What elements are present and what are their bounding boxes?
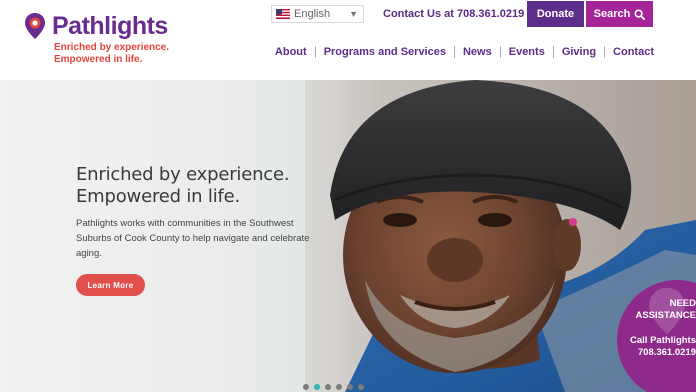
need-assistance-title: NEED ASSISTANCE [617, 298, 696, 322]
hero-heading-line: Empowered in life. [76, 186, 241, 207]
location-pin-icon [25, 13, 45, 39]
search-icon [634, 8, 646, 20]
nav-item-about[interactable]: About [267, 46, 315, 58]
slider-dot[interactable] [347, 384, 353, 390]
contact-phone-link[interactable]: Contact Us at 708.361.0219 [383, 8, 524, 20]
logo-tagline: Empowered in life. [54, 54, 143, 65]
main-nav: About Programs and Services News Events … [267, 46, 654, 58]
hero-heading-line: Enriched by experience. [76, 164, 290, 185]
slider-dot[interactable] [325, 384, 331, 390]
nav-item-news[interactable]: News [455, 46, 500, 58]
us-flag-icon [276, 9, 290, 19]
chevron-down-icon: ▼ [349, 9, 358, 19]
need-assistance-line: NEED [669, 298, 696, 309]
nav-item-contact[interactable]: Contact [605, 46, 654, 58]
search-button[interactable]: Search [586, 1, 653, 27]
logo-tagline: Enriched by experience. [54, 42, 170, 53]
slider-dot[interactable] [358, 384, 364, 390]
slider-dot[interactable] [303, 384, 309, 390]
nav-item-giving[interactable]: Giving [554, 46, 604, 58]
learn-more-button[interactable]: Learn More [76, 274, 145, 296]
hero-slider: Enriched by experience. Empowered in lif… [0, 80, 696, 392]
logo-name: Pathlights [52, 12, 168, 40]
search-button-label: Search [593, 8, 631, 20]
pathlights-logo[interactable]: Pathlights Enriched by experience. Empow… [24, 12, 174, 68]
nav-item-programs[interactable]: Programs and Services [316, 46, 454, 58]
need-assistance-line: ASSISTANCE [635, 310, 696, 321]
slider-dot-active[interactable] [314, 384, 320, 390]
hero-heading: Enriched by experience. Empowered in lif… [76, 164, 290, 208]
site-header: Pathlights Enriched by experience. Empow… [0, 0, 696, 80]
learn-more-label: Learn More [87, 280, 134, 290]
slider-dot[interactable] [336, 384, 342, 390]
language-selected: English [294, 8, 331, 20]
donate-button-label: Donate [536, 8, 575, 20]
need-assistance-phone: Call Pathlights 708.361.0219 [617, 335, 696, 359]
hero-description: Pathlights works with communities in the… [76, 218, 310, 259]
need-assistance-line: Call Pathlights [630, 335, 696, 346]
need-assistance-phone-number: 708.361.0219 [637, 347, 696, 358]
language-select[interactable]: English ▼ [271, 5, 364, 23]
donate-button[interactable]: Donate [527, 1, 584, 27]
nav-item-events[interactable]: Events [501, 46, 553, 58]
slider-pagination [303, 384, 364, 390]
